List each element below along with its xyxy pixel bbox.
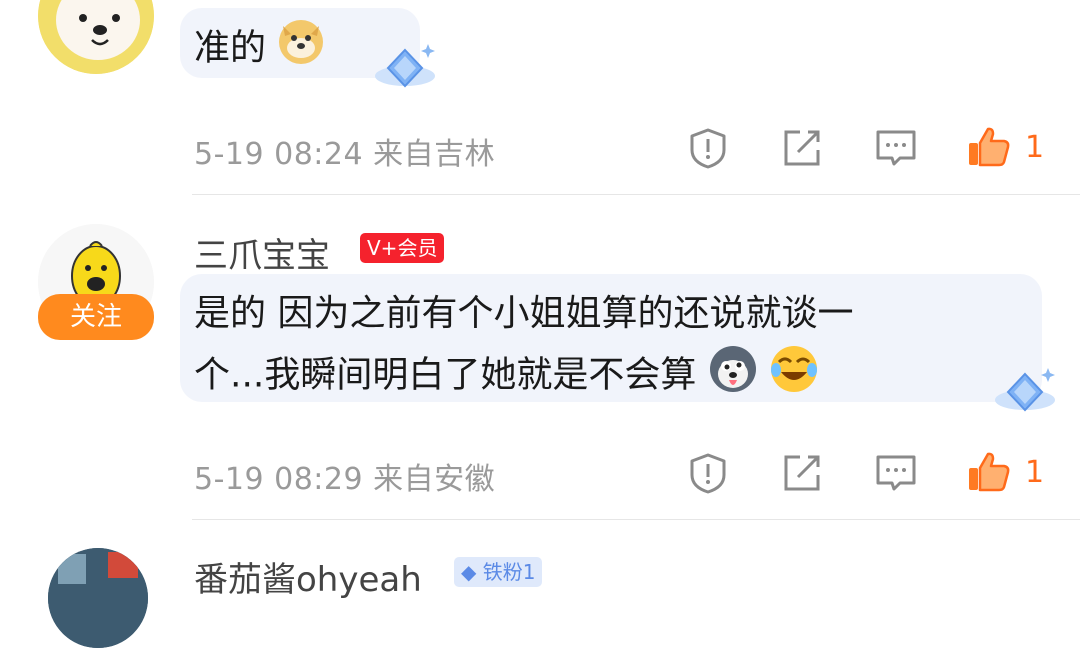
follow-button[interactable]: 关注	[38, 294, 154, 340]
share-icon	[784, 130, 820, 166]
share-button[interactable]	[780, 451, 824, 499]
share-button[interactable]	[780, 126, 824, 174]
comment-text-line1: 是的 因为之前有个小姐姐算的还说就谈一	[194, 293, 854, 334]
avatar[interactable]	[38, 0, 154, 74]
divider	[192, 519, 1080, 520]
username[interactable]: 三爪宝宝	[194, 228, 330, 277]
comment-meta: 5-19 08:29 来自安徽	[194, 462, 496, 497]
like-button[interactable]	[966, 124, 1012, 174]
report-button[interactable]	[686, 451, 730, 499]
like-button[interactable]	[966, 449, 1012, 499]
username[interactable]: 番茄酱ohyeah	[194, 552, 422, 601]
report-button[interactable]	[686, 126, 730, 174]
like-icon	[969, 452, 1010, 492]
diamond-decoration-icon	[992, 364, 1058, 424]
diamond-icon: ◆	[461, 560, 477, 584]
reply-button[interactable]	[874, 126, 918, 174]
share-icon	[784, 455, 820, 491]
reply-icon	[876, 130, 916, 166]
reply-icon	[876, 455, 916, 491]
reply-button[interactable]	[874, 451, 918, 499]
like-count: 1	[1025, 130, 1045, 165]
vip-badge[interactable]: V+会员	[360, 233, 445, 263]
avatar[interactable]	[48, 548, 148, 648]
doge-emoji-icon	[277, 18, 325, 81]
comment-meta: 5-19 08:24 来自吉林	[194, 137, 496, 172]
laugh-cry-emoji-icon	[769, 344, 819, 409]
divider	[192, 194, 1080, 195]
report-icon	[690, 453, 726, 494]
fan-badge-label: 铁粉1	[482, 560, 536, 584]
like-icon	[969, 127, 1010, 167]
fan-badge[interactable]: ◆ 铁粉1	[454, 557, 543, 587]
comment-text: 准的	[194, 18, 325, 81]
report-icon	[690, 128, 726, 169]
comment-text-line2: 个...我瞬间明白了她就是不会算	[194, 344, 819, 409]
husky-emoji-icon	[708, 344, 758, 409]
diamond-decoration-icon	[372, 40, 438, 100]
like-count: 1	[1025, 455, 1045, 490]
